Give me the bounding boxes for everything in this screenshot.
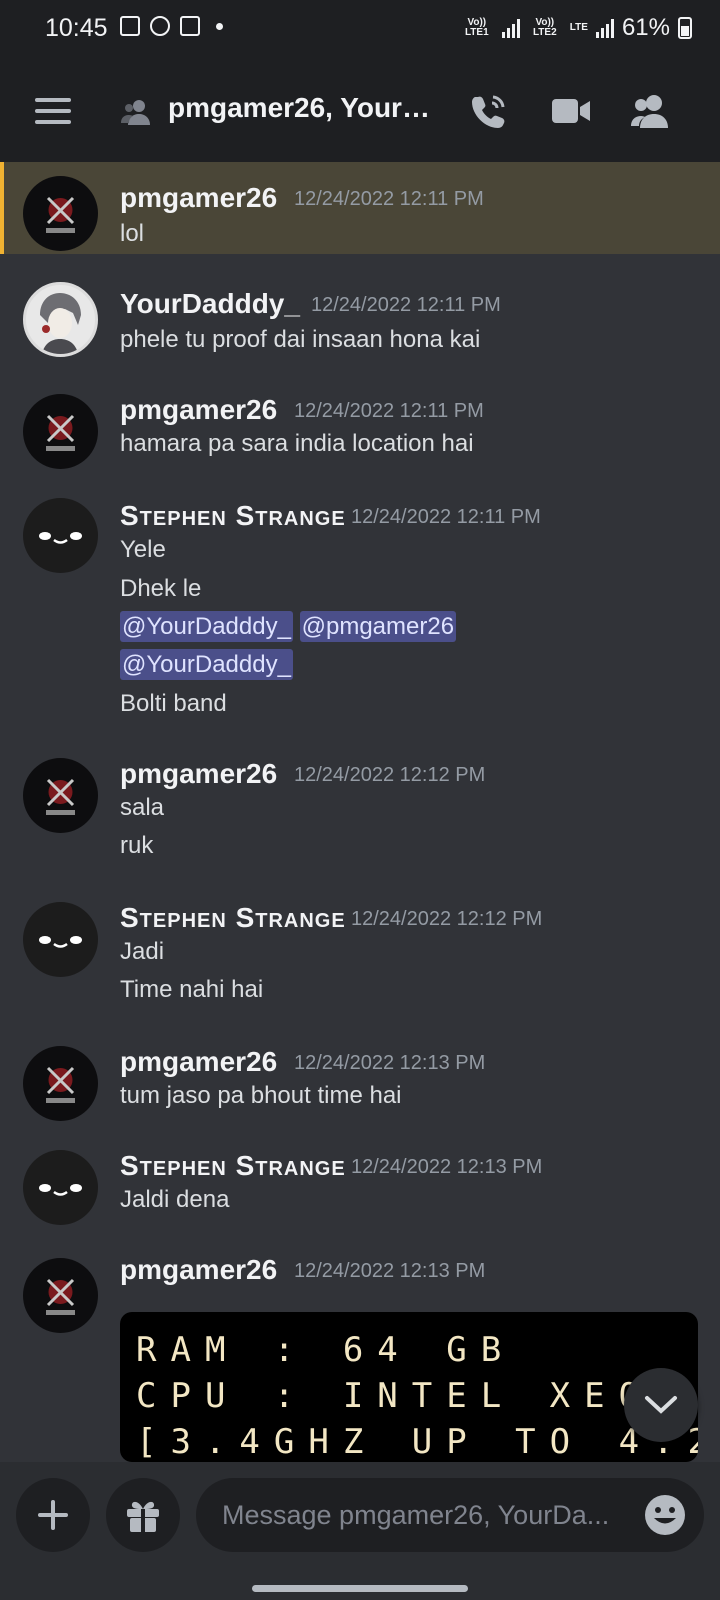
message-list[interactable]: pmgamer26 12/24/2022 12:11 PM lol YourDa… <box>0 162 720 1462</box>
message-item[interactable]: Stephen Strange 12/24/2022 12:11 PM Yele… <box>0 492 720 722</box>
signal-icon <box>595 18 614 38</box>
avatar[interactable] <box>23 498 98 573</box>
do-not-disturb-icon <box>150 16 170 36</box>
emoji-icon[interactable] <box>642 1492 688 1538</box>
plus-icon <box>38 1500 68 1530</box>
message-item[interactable]: YourDadddy_ 12/24/2022 12:11 PM phele tu… <box>0 280 720 370</box>
highlight-bar <box>0 162 4 254</box>
message-text: Jaldi dena <box>120 1186 230 1213</box>
avatar[interactable] <box>23 758 98 833</box>
notification-icons <box>120 16 223 36</box>
message-input[interactable] <box>196 1478 704 1552</box>
message-text: sala <box>120 794 165 821</box>
phone-call-icon[interactable] <box>466 88 512 134</box>
add-attachment-button[interactable] <box>16 1478 90 1552</box>
message-item[interactable]: pmgamer26 12/24/2022 12:13 PM tum jaso p… <box>0 1038 720 1128</box>
message-author[interactable]: Stephen Strange <box>120 1150 346 1182</box>
check-icon <box>180 16 200 36</box>
attachment-line: [3.4GHZ UP TO 4.2GHZ] <box>136 1422 698 1462</box>
avatar[interactable] <box>23 176 98 251</box>
menu-icon[interactable] <box>35 98 71 131</box>
user-mention[interactable]: @pmgamer26 <box>299 611 457 642</box>
message-author[interactable]: YourDadddy_ <box>120 288 300 320</box>
avatar[interactable] <box>23 902 98 977</box>
message-timestamp: 12/24/2022 12:13 PM <box>351 1156 543 1178</box>
message-item[interactable]: Stephen Strange 12/24/2022 12:13 PM Jald… <box>0 1142 720 1232</box>
user-mention[interactable]: @YourDadddy_ <box>120 611 293 642</box>
message-text: tum jaso pa bhout time hai <box>120 1082 402 1109</box>
message-author[interactable]: pmgamer26 <box>120 394 277 426</box>
gift-icon <box>127 1501 159 1532</box>
message-item[interactable]: pmgamer26 12/24/2022 12:13 PM <box>0 1246 720 1333</box>
gift-button[interactable] <box>106 1478 180 1552</box>
message-item[interactable]: pmgamer26 12/24/2022 12:11 PM hamara pa … <box>0 386 720 476</box>
message-timestamp: 12/24/2022 12:11 PM <box>351 506 541 528</box>
message-timestamp: 12/24/2022 12:11 PM <box>311 294 501 316</box>
attachment-line: RAM : 64 GB <box>136 1330 516 1370</box>
members-icon[interactable] <box>628 88 674 134</box>
battery-icon <box>678 17 692 39</box>
avatar[interactable] <box>23 1046 98 1121</box>
message-composer <box>0 1462 720 1600</box>
message-timestamp: 12/24/2022 12:12 PM <box>294 764 486 786</box>
signal-icon <box>501 18 520 38</box>
message-author[interactable]: Stephen Strange <box>120 902 346 934</box>
jump-to-bottom-button[interactable] <box>624 1368 698 1442</box>
message-author[interactable]: pmgamer26 <box>120 1046 277 1078</box>
lte-label: LTE <box>569 22 588 33</box>
message-text: Time nahi hai <box>120 976 264 1003</box>
status-right: Vo)) LTE1 Vo)) LTE2 LTE 61% <box>460 14 692 42</box>
message-timestamp: 12/24/2022 12:12 PM <box>351 908 543 930</box>
message-timestamp: 12/24/2022 12:13 PM <box>294 1260 486 1282</box>
avatar[interactable] <box>23 1150 98 1225</box>
message-author[interactable]: pmgamer26 <box>120 182 277 214</box>
message-item[interactable]: Stephen Strange 12/24/2022 12:12 PM Jadi… <box>0 894 720 1014</box>
message-text: Dhek le <box>120 575 202 602</box>
more-notifications-icon <box>216 22 223 30</box>
sim2-label: Vo)) LTE2 <box>532 17 557 38</box>
message-text: phele tu proof dai insaan hona kai <box>120 326 481 353</box>
group-icon <box>121 100 150 125</box>
battery-percent: 61% <box>621 14 670 41</box>
message-text: Yele <box>120 536 166 563</box>
message-timestamp: 12/24/2022 12:13 PM <box>294 1052 486 1074</box>
home-indicator[interactable] <box>252 1585 468 1592</box>
message-text: Bolti band <box>120 690 227 717</box>
avatar[interactable] <box>23 282 98 357</box>
message-item[interactable]: pmgamer26 12/24/2022 12:11 PM lol <box>0 162 720 254</box>
sim1-label: Vo)) LTE1 <box>464 17 489 38</box>
status-bar: 10:45 Vo)) LTE1 Vo)) LTE2 LTE 61% <box>0 0 720 60</box>
message-text: hamara pa sara india location hai <box>120 430 474 457</box>
message-timestamp: 12/24/2022 12:11 PM <box>294 400 484 422</box>
message-author[interactable]: Stephen Strange <box>120 500 346 532</box>
avatar[interactable] <box>23 1258 98 1333</box>
chevron-down-icon <box>645 1396 677 1414</box>
attachment-line: CPU : INTEL XEON 8 C <box>136 1376 698 1416</box>
user-mention[interactable]: @YourDadddy_ <box>120 649 293 680</box>
image-icon <box>120 16 140 36</box>
message-timestamp: 12/24/2022 12:11 PM <box>294 188 484 210</box>
avatar[interactable] <box>23 394 98 469</box>
message-author[interactable]: pmgamer26 <box>120 758 277 790</box>
message-text: ruk <box>120 832 154 859</box>
message-author[interactable]: pmgamer26 <box>120 1254 277 1286</box>
channel-title[interactable]: pmgamer26, YourDaddy_, Stephen Strange <box>168 92 443 124</box>
status-time: 10:45 <box>45 14 108 42</box>
message-text: lol <box>120 220 145 247</box>
channel-header: pmgamer26, YourDaddy_, Stephen Strange <box>0 60 720 163</box>
video-camera-icon[interactable] <box>548 88 594 134</box>
image-attachment[interactable]: RAM : 64 GB CPU : INTEL XEON 8 C [3.4GHZ… <box>120 1312 698 1462</box>
message-text: Jadi <box>120 938 165 965</box>
message-item[interactable]: pmgamer26 12/24/2022 12:12 PM sala ruk <box>0 750 720 870</box>
